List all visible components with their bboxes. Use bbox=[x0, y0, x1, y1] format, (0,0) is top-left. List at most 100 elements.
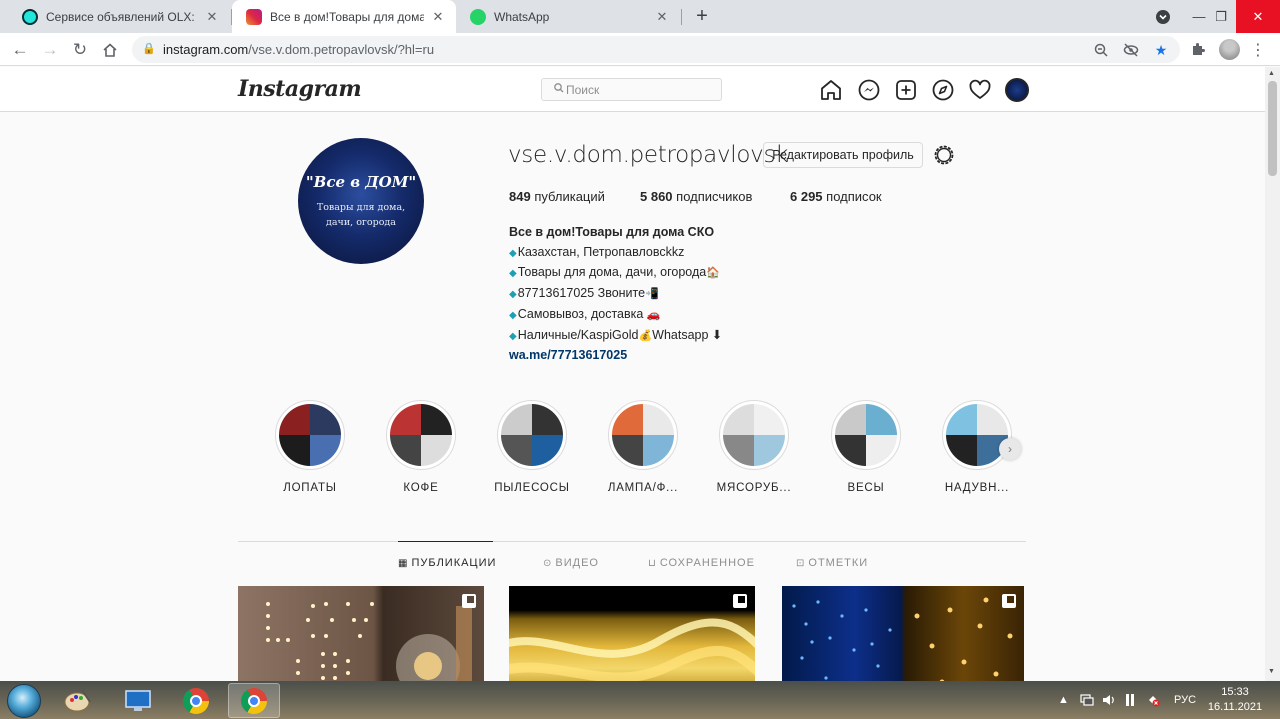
settings-gear-icon[interactable] bbox=[932, 143, 956, 167]
chrome-icon bbox=[183, 687, 209, 714]
action-center-icon[interactable] bbox=[1146, 681, 1160, 719]
search-box[interactable] bbox=[541, 78, 722, 101]
taskbar-chrome-app[interactable] bbox=[170, 683, 222, 718]
search-input[interactable] bbox=[566, 81, 716, 98]
highlight-label: ЛАМПА/Ф... bbox=[607, 482, 679, 494]
highlight-label: МЯСОРУБ... bbox=[716, 482, 792, 494]
tab-video[interactable]: ⊙ ВИДЕО bbox=[543, 557, 599, 569]
explore-compass-icon[interactable] bbox=[931, 78, 955, 102]
tab-tagged[interactable]: ⊡ ОТМЕТКИ bbox=[796, 557, 868, 569]
window-close-icon[interactable]: ✕ bbox=[1236, 0, 1280, 33]
menu-kebab-icon[interactable]: ⋮ bbox=[1250, 40, 1266, 60]
taskbar-chrome-active-app[interactable] bbox=[228, 683, 280, 718]
system-clock[interactable]: 15:33 16.11.2021 bbox=[1200, 685, 1270, 715]
back-arrow-icon[interactable]: ← bbox=[7, 37, 33, 63]
highlight-item[interactable]: ЛАМПА/Ф... bbox=[598, 400, 688, 494]
home-icon[interactable] bbox=[97, 37, 123, 63]
address-bar[interactable]: 🔒 instagram.com/vse.v.dom.petropavlovsk/… bbox=[132, 36, 1180, 63]
tag-icon: ⊡ bbox=[796, 558, 806, 569]
post-image-rope-light bbox=[509, 618, 755, 681]
avatar-subtitle: Товары для дома, дачи, огорода bbox=[316, 202, 406, 228]
highlight-ring bbox=[719, 400, 789, 470]
highlight-label: КОФЕ bbox=[403, 482, 439, 494]
highlight-item[interactable]: ЛОПАТЫ bbox=[265, 400, 355, 494]
highlight-ring bbox=[275, 400, 345, 470]
page-scrollbar[interactable]: ▲ ▼ bbox=[1265, 67, 1280, 681]
post-thumbnail[interactable] bbox=[238, 586, 484, 681]
post-image-love-lights bbox=[266, 602, 472, 681]
paint-palette-icon bbox=[64, 688, 91, 711]
new-post-icon[interactable] bbox=[894, 78, 918, 102]
messenger-icon[interactable] bbox=[857, 78, 881, 102]
clock-time: 15:33 bbox=[1221, 686, 1249, 698]
extensions-puzzle-icon[interactable] bbox=[1188, 39, 1208, 59]
highlight-item[interactable]: КОФЕ bbox=[376, 400, 466, 494]
activity-heart-icon[interactable] bbox=[968, 78, 992, 102]
language-indicator[interactable]: РУС bbox=[1174, 681, 1196, 719]
network-icon[interactable] bbox=[1080, 681, 1094, 719]
money-bag-emoji-icon: 💰 bbox=[638, 329, 653, 342]
highlight-item[interactable]: МЯСОРУБ... bbox=[709, 400, 799, 494]
following-stat[interactable]: 6 295 подписок bbox=[790, 189, 882, 204]
bio-name: Все в дом!Товары для дома СКО bbox=[509, 225, 715, 239]
scrollbar-thumb[interactable] bbox=[1268, 81, 1277, 176]
scroll-up-arrow-icon[interactable]: ▲ bbox=[1268, 70, 1275, 77]
highlight-ring bbox=[831, 400, 901, 470]
tab-close-icon[interactable]: ✕ bbox=[204, 9, 220, 25]
profile-avatar[interactable]: "Все в ДОМ" Товары для дома, дачи, огоро… bbox=[298, 138, 424, 264]
volume-icon[interactable] bbox=[1102, 681, 1116, 719]
bio-line: ◆Самовывоз, доставка 🚗 bbox=[509, 305, 909, 326]
tab-close-icon[interactable]: ✕ bbox=[430, 9, 446, 25]
instagram-favicon-icon bbox=[246, 8, 262, 25]
highlight-cover bbox=[390, 404, 452, 466]
diamond-icon: ◆ bbox=[509, 289, 517, 301]
bookmark-star-icon[interactable]: ★ bbox=[1152, 41, 1170, 59]
followers-stat[interactable]: 5 860 подписчиков bbox=[640, 189, 752, 204]
user-avatar[interactable] bbox=[1005, 78, 1029, 102]
taskbar-paint-app[interactable] bbox=[52, 683, 104, 718]
forward-arrow-icon[interactable]: → bbox=[37, 37, 63, 63]
show-hidden-icons-icon[interactable]: ▲ bbox=[1058, 681, 1069, 719]
new-tab-button[interactable]: + bbox=[690, 5, 714, 29]
tab-divider bbox=[681, 9, 682, 25]
tab-close-icon[interactable]: ✕ bbox=[654, 9, 670, 25]
tab-olx[interactable]: Сервисе объявлений OLX: сайт м ✕ bbox=[8, 0, 230, 33]
post-thumbnail[interactable] bbox=[509, 586, 755, 681]
chevron-right-icon[interactable]: › bbox=[999, 438, 1021, 460]
battery-icon[interactable] bbox=[1124, 681, 1138, 719]
carousel-icon bbox=[462, 594, 476, 608]
diamond-icon: ◆ bbox=[509, 309, 517, 321]
highlight-cover bbox=[835, 404, 897, 466]
olx-favicon-icon bbox=[22, 8, 38, 25]
home-icon[interactable] bbox=[819, 78, 843, 102]
highlight-item[interactable]: ПЫЛЕСОСЫ bbox=[487, 400, 577, 494]
post-image-garland-lights bbox=[792, 597, 1013, 681]
instagram-logo[interactable]: Instagram bbox=[238, 76, 362, 102]
edit-profile-button[interactable]: Редактировать профиль bbox=[763, 142, 923, 168]
profile-avatar-icon[interactable] bbox=[1219, 39, 1240, 60]
highlight-label: ВЕСЫ bbox=[847, 482, 885, 494]
highlight-cover bbox=[501, 404, 563, 466]
highlight-item[interactable]: ВЕСЫ bbox=[821, 400, 911, 494]
bio-link[interactable]: wa.me/77713617025 bbox=[509, 346, 909, 366]
tab-saved[interactable]: ⊔ СОХРАНЕННОЕ bbox=[648, 557, 755, 569]
start-button[interactable] bbox=[7, 684, 41, 718]
eye-off-icon[interactable] bbox=[1122, 41, 1140, 59]
highlight-cover bbox=[612, 404, 674, 466]
tab-posts[interactable]: ▦ ПУБЛИКАЦИИ bbox=[398, 557, 496, 569]
bio-line: ◆Товары для дома, дачи, огорода🏠 bbox=[509, 263, 909, 284]
bookmark-icon: ⊔ bbox=[648, 558, 657, 569]
profile-username: vse.v.dom.petropavlovsk bbox=[508, 142, 789, 168]
highlight-ring bbox=[497, 400, 567, 470]
post-thumbnail[interactable] bbox=[782, 586, 1024, 681]
tab-whatsapp[interactable]: WhatsApp ✕ bbox=[456, 0, 680, 33]
tab-instagram[interactable]: Все в дом!Товары для дома СКО ✕ bbox=[232, 0, 456, 33]
grid-icon: ▦ bbox=[398, 558, 409, 569]
reload-icon[interactable]: ↻ bbox=[67, 37, 93, 63]
taskbar-remote-desktop-app[interactable] bbox=[112, 683, 164, 718]
scroll-down-arrow-icon[interactable]: ▼ bbox=[1268, 668, 1275, 675]
avatar-title: "Все в ДОМ" bbox=[305, 173, 417, 191]
tabs-divider bbox=[238, 541, 1026, 542]
zoom-icon[interactable] bbox=[1092, 41, 1110, 59]
highlight-cover bbox=[279, 404, 341, 466]
